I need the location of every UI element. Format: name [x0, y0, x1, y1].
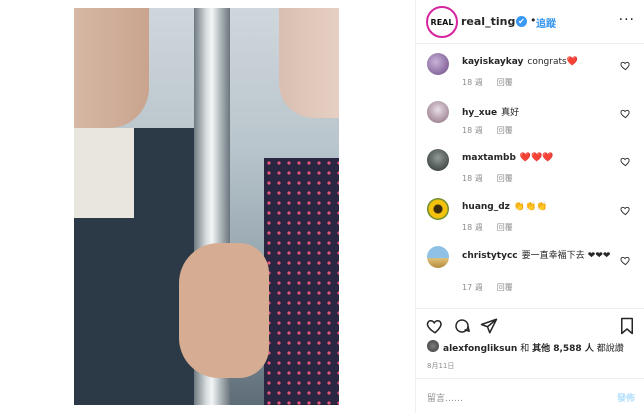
share-paper-plane-icon[interactable]	[480, 317, 498, 335]
post-header: REAL real_ting ✔ • 追蹤 ···	[416, 0, 644, 44]
comment-meta: 18 週 回覆	[462, 125, 513, 136]
post-photo[interactable]	[74, 8, 339, 405]
follow-button[interactable]: 追蹤	[536, 15, 556, 30]
photo-woman-dress	[264, 158, 339, 405]
comment-like-heart-icon[interactable]	[620, 156, 631, 167]
comment-username[interactable]: kayiskaykay congrats❤️	[462, 57, 578, 67]
reply-button[interactable]: 回覆	[497, 126, 513, 135]
comment-text: 要一直幸福下去	[521, 251, 585, 261]
liker-username[interactable]: alexfongliksun	[443, 344, 517, 354]
post-comment-button[interactable]: 發佈	[617, 391, 635, 404]
liker-avatar[interactable]	[427, 340, 439, 352]
comment-username[interactable]: hy_xue 真好	[462, 105, 519, 118]
comment-username[interactable]: maxtambb ❤️❤️❤️	[462, 153, 554, 163]
verified-badge-icon: ✔	[516, 16, 527, 27]
comment-emoji: ❤️	[566, 57, 578, 67]
photo-man-tshirt	[74, 128, 134, 218]
post-date: 8月11日	[427, 362, 455, 370]
others-count-link[interactable]: 其他 8,588 人	[532, 344, 594, 354]
like-heart-icon[interactable]	[426, 317, 444, 335]
comment-time: 18 週	[462, 78, 483, 87]
likes-summary: alexfongliksun 和 其他 8,588 人 都說讚	[427, 340, 637, 354]
comment-time: 18 週	[462, 126, 483, 135]
reply-button[interactable]: 回覆	[497, 223, 513, 232]
commenter-avatar[interactable]	[427, 101, 449, 123]
comment-like-heart-icon[interactable]	[620, 255, 631, 266]
header-username[interactable]: real_ting	[461, 15, 515, 28]
comment-meta: 18 週 回覆	[462, 173, 513, 184]
photo-hands-with-rings	[179, 243, 269, 378]
commenter-avatar[interactable]	[427, 246, 449, 268]
reply-button[interactable]: 回覆	[497, 283, 513, 292]
commenter-avatar[interactable]	[427, 53, 449, 75]
avatar-logo-text: REAL	[430, 17, 454, 27]
profile-avatar[interactable]: REAL	[426, 6, 458, 38]
comment-meta: 17 週 回覆	[462, 282, 513, 293]
comment-text: 真好	[501, 108, 520, 118]
reply-button[interactable]: 回覆	[497, 78, 513, 87]
comment-item: christytycc 要一直幸福下去 ❤❤❤ 17 週 回覆	[416, 246, 644, 298]
commenter-avatar[interactable]	[427, 149, 449, 171]
bookmark-save-icon[interactable]	[619, 317, 635, 335]
comment-time: 17 週	[462, 283, 483, 292]
photo-woman-face	[279, 8, 339, 118]
comment-username[interactable]: christytycc 要一直幸福下去 ❤❤❤	[462, 250, 632, 262]
comment-meta: 18 週 回覆	[462, 222, 513, 233]
comment-time: 18 週	[462, 223, 483, 232]
comment-item: hy_xue 真好 18 週 回覆	[416, 101, 644, 149]
comment-like-heart-icon[interactable]	[620, 108, 631, 119]
likes-text: alexfongliksun 和 其他 8,588 人 都說讚	[443, 344, 624, 354]
comment-emoji: ❤❤❤	[587, 251, 611, 261]
comment-bubble-icon[interactable]	[453, 317, 471, 335]
photo-man-face	[74, 8, 149, 128]
comment-text: congrats	[527, 57, 567, 67]
comment-item: maxtambb ❤️❤️❤️ 18 週 回覆	[416, 149, 644, 197]
comment-like-heart-icon[interactable]	[620, 205, 631, 216]
comment-input[interactable]: 留言……	[427, 391, 463, 404]
comment-username[interactable]: huang_dz 👏👏👏	[462, 202, 548, 212]
comment-item: kayiskaykay congrats❤️ 18 週 回覆	[416, 53, 644, 101]
post-action-bar	[416, 308, 644, 338]
comment-item: huang_dz 👏👏👏 18 週 回覆	[416, 198, 644, 246]
more-options-icon[interactable]: ···	[619, 12, 635, 28]
comment-meta: 18 週 回覆	[462, 77, 513, 88]
comment-time: 18 週	[462, 174, 483, 183]
post-side-panel: REAL real_ting ✔ • 追蹤 ··· kayiskaykay con…	[415, 0, 644, 413]
reply-button[interactable]: 回覆	[497, 174, 513, 183]
add-comment-bar: 留言…… 發佈	[416, 378, 644, 413]
comment-emoji: 👏👏👏	[513, 202, 548, 212]
commenter-avatar[interactable]	[427, 198, 449, 220]
comment-like-heart-icon[interactable]	[620, 60, 631, 71]
comment-emoji: ❤️❤️❤️	[519, 153, 554, 163]
